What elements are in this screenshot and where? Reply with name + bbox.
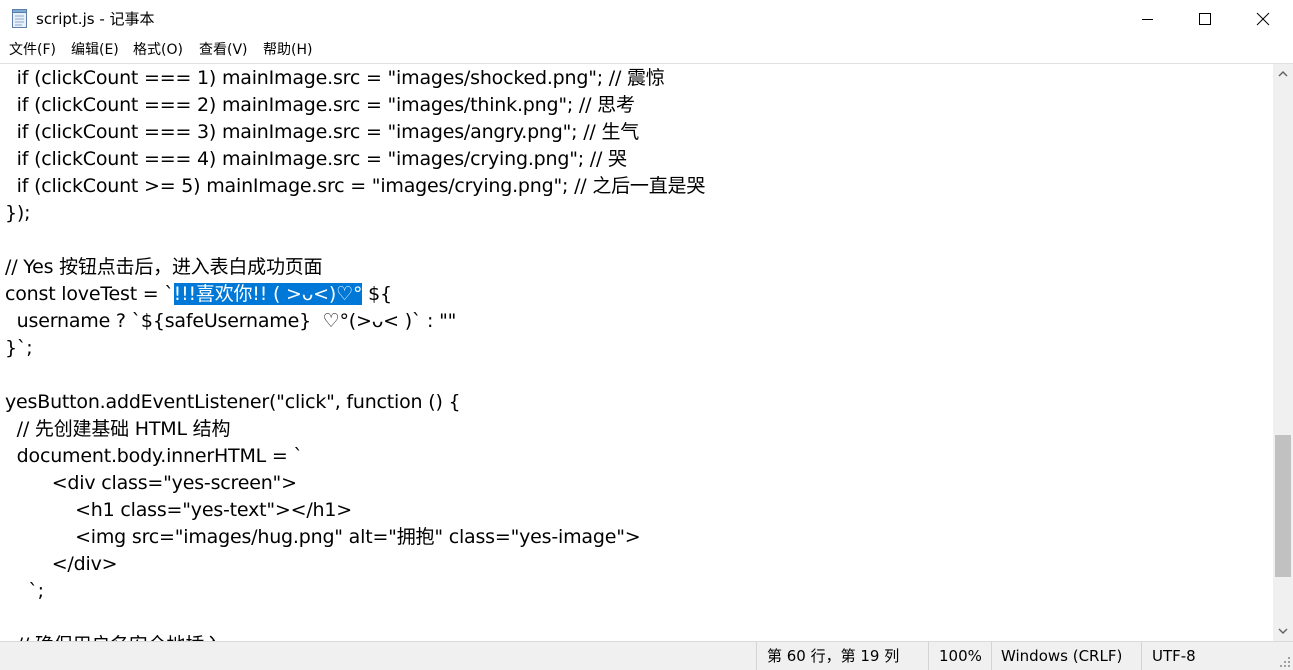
code-line: }`; [5,337,33,359]
scroll-up-button[interactable] [1273,64,1293,84]
menu-file[interactable]: 文件(F) [9,42,56,59]
code-line: `; [5,580,44,602]
code-line: document.body.innerHTML = ` [5,445,303,467]
menu-edit[interactable]: 编辑(E) [71,42,119,59]
code-line: if (clickCount === 1) mainImage.src = "i… [5,67,665,89]
status-cell-line-ending: Windows (CRLF) [991,642,1141,670]
status-cell-encoding: UTF-8 [1141,642,1293,670]
resize-grip-icon[interactable] [1279,656,1291,668]
minimize-button[interactable] [1118,0,1176,38]
menu-bar: 文件(F) 编辑(E) 格式(O) 查看(V) 帮助(H) [0,38,1293,63]
code-line: if (clickCount === 2) mainImage.src = "i… [5,94,635,116]
editor: if (clickCount === 1) mainImage.src = "i… [0,63,1293,641]
code-line: if (clickCount >= 5) mainImage.src = "im… [5,175,706,197]
maximize-icon [1199,13,1211,25]
menu-view[interactable]: 查看(V) [199,42,248,59]
scroll-down-button[interactable] [1273,621,1293,641]
scrollbar-thumb[interactable] [1275,435,1291,577]
line-ending: Windows (CRLF) [1001,647,1123,665]
code-line: <div class="yes-screen"> [5,472,297,494]
code-line-selected: const loveTest = `!!!喜欢你!! ( >ᴗ<)♡° ${ [5,281,392,308]
code-line: // Yes 按钮点击后，进入表白成功页面 [5,256,323,278]
vertical-scrollbar[interactable] [1273,64,1293,641]
code-text: const loveTest = ` [5,283,174,305]
code-line: yesButton.addEventListener("click", func… [5,391,461,413]
code-line: username ? `${safeUsername} ♡°(>ᴗ< )` : … [5,310,457,332]
cursor-position: 第 60 行，第 19 列 [767,647,900,665]
minimize-icon [1142,19,1153,20]
code-line: if (clickCount === 3) mainImage.src = "i… [5,121,640,143]
window-title: script.js - 记事本 [36,10,155,28]
text-selection: !!!喜欢你!! ( >ᴗ<)♡° [173,283,363,305]
code-line: if (clickCount === 4) mainImage.src = "i… [5,148,627,170]
menu-help[interactable]: 帮助(H) [263,42,312,59]
code-text: ${ [362,283,392,305]
code-line: // 确保用户名安全地插入 [5,632,223,641]
code-line: // 先创建基础 HTML 结构 [5,418,231,440]
maximize-button[interactable] [1176,0,1234,38]
scroll-down-icon [1278,628,1288,634]
code-line: </div> [5,553,118,575]
status-cell-position: 第 60 行，第 19 列 [756,642,928,670]
code-line: <img src="images/hug.png" alt="拥抱" class… [5,526,641,548]
status-bar: 第 60 行，第 19 列 100% Windows (CRLF) UTF-8 [0,641,1293,670]
text-area[interactable]: if (clickCount === 1) mainImage.src = "i… [0,64,1273,641]
close-icon [1256,12,1270,26]
status-cell-zoom: 100% [928,642,991,670]
close-button[interactable] [1234,0,1292,38]
code-line: <h1 class="yes-text"></h1> [5,499,353,521]
encoding: UTF-8 [1152,647,1196,665]
title-bar[interactable]: script.js - 记事本 [0,0,1293,38]
menu-format[interactable]: 格式(O) [133,42,183,59]
code-line: }); [5,202,31,224]
notepad-icon [12,9,28,28]
scroll-up-icon [1278,71,1288,77]
zoom-level: 100% [939,647,982,665]
